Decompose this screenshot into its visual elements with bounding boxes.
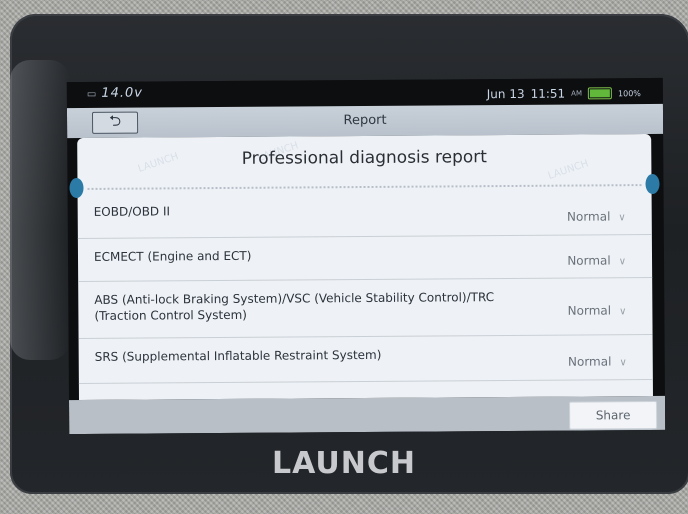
report-card: LAUNCH LAUNCH LAUNCH Professional diagno… [69,134,660,401]
status-dropdown[interactable]: Normal ∨ [567,209,626,223]
chevron-down-icon: ∨ [618,256,627,268]
status-value: Normal [567,354,612,369]
status-dropdown[interactable]: Normal ∨ [568,354,627,368]
chevron-down-icon: ∨ [618,212,626,224]
list-item[interactable]: ECMECT (Engine and ECT) Normal ∨ [77,235,653,283]
system-name: ABS (Anti-lock Braking System)/VSC (Vehi… [94,290,495,323]
battery-percent: 100% [617,88,641,98]
system-name: EOBD/OBD II [93,204,171,219]
status-right: Jun 13 11:51 AM 100% [486,86,641,102]
voltage-value: 14.0v [101,85,144,101]
share-button[interactable]: Share [569,400,658,430]
screen-glare [10,60,70,360]
status-time: 11:51 [530,86,566,101]
list-item[interactable]: ABS (Anti-lock Braking System)/VSC (Vehi… [78,278,653,340]
system-name: SRS (Supplemental Inflatable Restraint S… [94,347,382,364]
status-value: Normal [566,209,611,224]
list-item[interactable]: EOBD/OBD II Normal ∨ [77,190,652,240]
title-divider [87,184,642,190]
screen: ▭ 14.0v Jun 13 11:51 AM 100% ⮌ Report LAU… [66,77,666,435]
bottom-toolbar: Share [68,395,666,435]
voltage-readout: ▭ 14.0v [87,86,143,101]
status-ampm: AM [571,89,583,98]
status-dropdown[interactable]: Normal ∨ [567,253,626,267]
chevron-down-icon: ∨ [619,306,627,318]
app-header: ⮌ Report [66,103,664,139]
status-value: Normal [567,253,611,268]
obd-connector-icon: ▭ [86,88,98,100]
system-name: ECMECT (Engine and ECT) [93,248,252,264]
status-date: Jun 13 [486,86,525,102]
list-item[interactable]: SRS (Supplemental Inflatable Restraint S… [78,335,653,385]
chevron-down-icon: ∨ [619,357,627,369]
system-list: EOBD/OBD II Normal ∨ ECMECT (Engine and E… [77,190,653,385]
status-value: Normal [567,303,612,318]
device-brand-logo: LAUNCH [271,446,416,481]
report-title: Professional diagnosis report [241,147,487,169]
status-dropdown[interactable]: Normal ∨ [568,303,627,317]
page-title: Report [343,112,387,129]
battery-icon [587,87,613,100]
